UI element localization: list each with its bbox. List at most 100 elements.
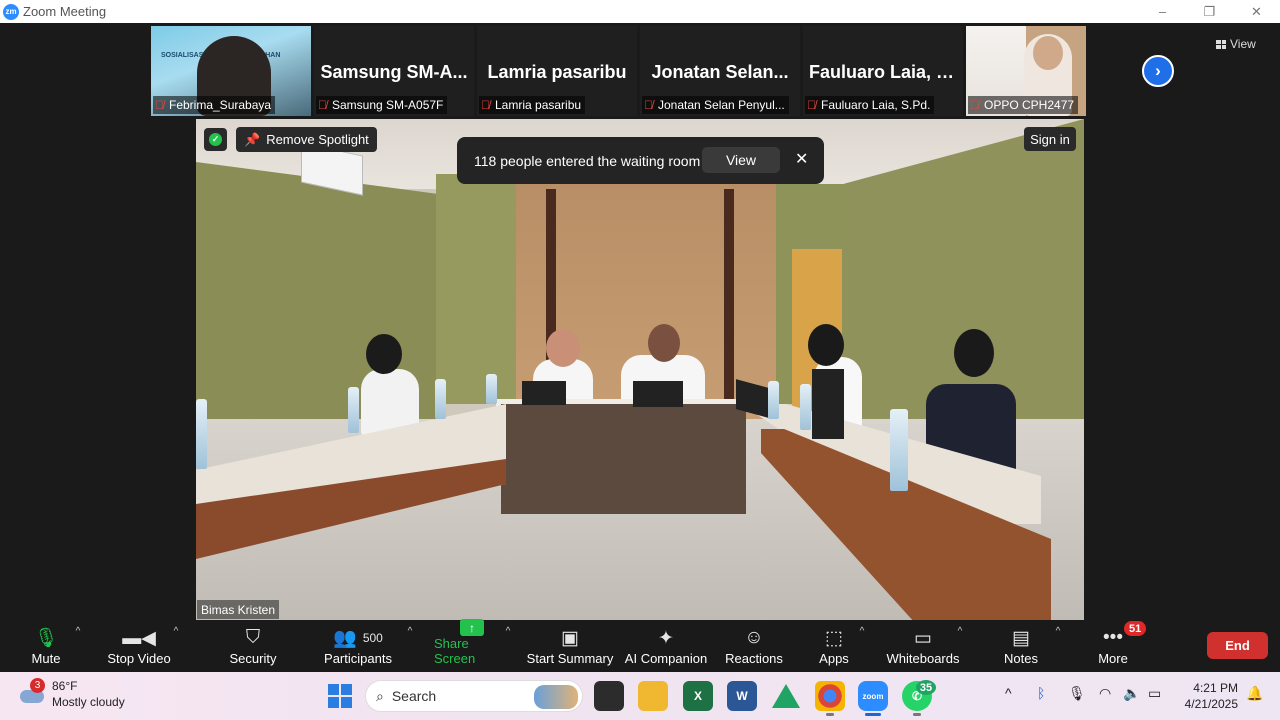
participant-tile[interactable]: SOSIALISASI PET... IS PADA ... HAN 🎙̸Feb…: [151, 26, 311, 116]
apps-button[interactable]: ⬚ Apps: [816, 620, 852, 672]
stop-video-button[interactable]: ▬◀ Stop Video: [104, 620, 174, 672]
attendee-head: [954, 329, 994, 377]
participant-name: Lamria pasaribu: [495, 98, 582, 112]
search-placeholder: Search: [391, 688, 437, 704]
participant-tile[interactable]: Jonatan Selan... 🎙̸ Jonatan Selan Penyul.…: [640, 26, 800, 116]
center-table: [501, 404, 746, 514]
battery-icon[interactable]: ▭: [1148, 685, 1161, 702]
maximize-button[interactable]: ❐: [1186, 0, 1233, 23]
waiting-room-notification: 118 people entered the waiting room View…: [457, 137, 824, 184]
chevron-up-icon: ^: [173, 626, 179, 637]
water-bottle: [196, 399, 207, 469]
water-bottle: [435, 379, 446, 419]
shield-icon: ⛉: [245, 627, 261, 648]
participant-tile[interactable]: 🎙̸ OPPO CPH2477: [966, 26, 1086, 116]
reactions-button[interactable]: ☺ Reactions: [724, 620, 784, 672]
more-label: More: [1098, 651, 1128, 666]
close-icon[interactable]: ✕: [795, 149, 808, 169]
video-camera-icon: ▬◀: [122, 627, 156, 649]
whiteboard-icon: ▭: [914, 627, 932, 649]
google-drive-icon[interactable]: [771, 681, 801, 711]
taskbar-search[interactable]: ⌕ Search: [365, 680, 583, 712]
start-summary-button[interactable]: ▣ Start Summary: [526, 620, 614, 672]
wifi-icon[interactable]: ◠: [1099, 685, 1111, 702]
whatsapp-badge: 35: [916, 680, 936, 695]
participant-display-name: Samsung SM-A...: [320, 62, 468, 82]
end-meeting-button[interactable]: End: [1207, 632, 1268, 659]
whiteboards-button[interactable]: ▭ Whiteboards: [885, 620, 961, 672]
chevron-right-icon: ›: [1155, 61, 1161, 80]
excel-icon[interactable]: X: [683, 681, 713, 711]
participant-display-name: Jonatan Selan...: [651, 62, 789, 82]
notes-options-caret[interactable]: ^: [1052, 620, 1064, 672]
room-left-panel: [436, 174, 516, 404]
clock-date: 4/21/2025: [1184, 697, 1238, 711]
participant-label: 🎙̸ OPPO CPH2477: [968, 96, 1079, 114]
pin-icon: 📌: [244, 131, 261, 147]
video-options-caret[interactable]: ^: [170, 620, 182, 672]
sign-in-button[interactable]: Sign in: [1024, 127, 1076, 151]
share-screen-button[interactable]: ↑ Share Screen: [434, 619, 510, 672]
security-label: Security: [229, 651, 277, 666]
close-window-button[interactable]: ✕: [1233, 0, 1280, 23]
waiting-room-view-button[interactable]: View: [702, 147, 780, 173]
attendee-head: [808, 324, 844, 366]
whiteboards-label: Whiteboards: [886, 651, 960, 666]
participant-tile[interactable]: Fauluaro Laia, S... 🎙̸ Fauluaro Laia, S.P…: [803, 26, 963, 116]
participant-name: Febrima_Surabaya: [169, 98, 272, 112]
window-controls: – ❐ ✕: [1139, 0, 1280, 23]
participants-button[interactable]: 👥 500 Participants: [318, 620, 398, 672]
chevron-up-icon[interactable]: ^: [1005, 685, 1012, 701]
mic-muted-icon: 🎙̸: [155, 98, 164, 112]
share-options-caret[interactable]: ^: [502, 620, 514, 672]
attendee-head: [546, 329, 580, 367]
chevron-up-icon: ^: [957, 626, 963, 637]
notes-button[interactable]: ▤ Notes: [1000, 620, 1042, 672]
participants-options-caret[interactable]: ^: [404, 620, 416, 672]
ai-companion-button[interactable]: ✦ AI Companion: [624, 620, 708, 672]
search-highlight-image: [534, 685, 578, 709]
apps-icon: ⬚: [825, 627, 843, 649]
weather-widget[interactable]: 3 86°F Mostly cloudy: [18, 678, 125, 710]
summary-icon: ▣: [561, 627, 579, 649]
clock-time: 4:21 PM: [1193, 681, 1238, 695]
audio-options-caret[interactable]: ^: [72, 620, 84, 672]
view-button[interactable]: View: [1216, 33, 1256, 55]
speaker-icon[interactable]: 🔈: [1123, 685, 1140, 702]
word-icon[interactable]: W: [727, 681, 757, 711]
zoom-taskbar-icon[interactable]: zoom: [858, 681, 888, 716]
task-view-icon[interactable]: [594, 681, 624, 711]
whiteboards-options-caret[interactable]: ^: [954, 620, 966, 672]
water-bottle: [486, 374, 497, 404]
participants-count: 500: [362, 631, 383, 645]
file-explorer-icon[interactable]: [638, 681, 668, 711]
participant-display-name: Fauluaro Laia, S...: [809, 62, 963, 82]
participant-display-name: Lamria pasaribu: [487, 62, 627, 82]
mute-label: Mute: [31, 651, 61, 666]
weather-text: 86°F Mostly cloudy: [52, 678, 125, 710]
chrome-icon[interactable]: [815, 681, 845, 716]
chevron-up-icon: ^: [407, 626, 413, 637]
title-bar: zm Zoom Meeting – ❐ ✕: [0, 0, 1280, 23]
encryption-shield[interactable]: ✓: [204, 128, 227, 151]
next-page-button[interactable]: ›: [1142, 55, 1174, 87]
water-bottle: [348, 387, 359, 433]
microphone-icon: 🎙: [33, 628, 59, 649]
water-bottle: [800, 384, 811, 430]
taskbar-clock[interactable]: 4:21 PM 4/21/2025: [1178, 680, 1238, 712]
microphone-icon[interactable]: 🎙: [1068, 685, 1086, 702]
notification-icon[interactable]: 🔔: [1246, 685, 1263, 702]
remove-spotlight-button[interactable]: 📌 Remove Spotlight: [236, 127, 377, 152]
participant-tile[interactable]: Samsung SM-A... 🎙̸ Samsung SM-A057F: [314, 26, 474, 116]
mic-muted-icon: 🎙̸: [807, 98, 816, 112]
mute-button[interactable]: 🎙 Mute: [25, 620, 67, 672]
minimize-button[interactable]: –: [1139, 0, 1186, 23]
security-button[interactable]: ⛉ Security: [225, 620, 281, 672]
laptop: [522, 381, 566, 405]
apps-options-caret[interactable]: ^: [856, 620, 868, 672]
mic-muted-icon: 🎙̸: [318, 98, 327, 112]
bluetooth-icon[interactable]: ᛒ: [1037, 685, 1045, 701]
grid-view-icon: [1216, 39, 1226, 49]
participant-tile[interactable]: Lamria pasaribu 🎙̸ Lamria pasaribu: [477, 26, 637, 116]
windows-start-icon[interactable]: [328, 684, 352, 708]
